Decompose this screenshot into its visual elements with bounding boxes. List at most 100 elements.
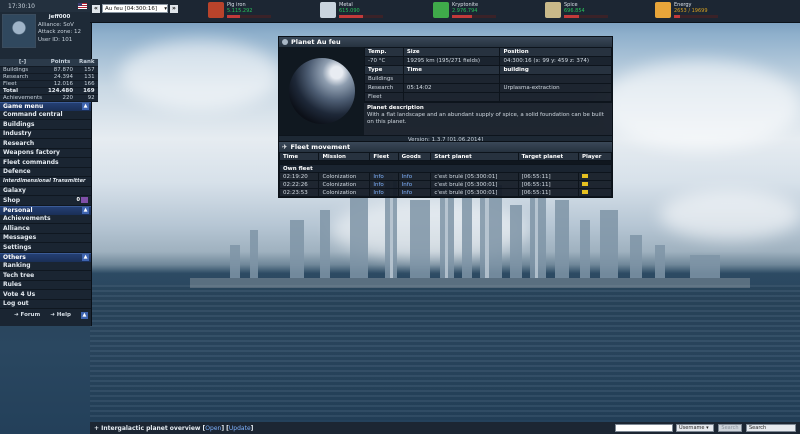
menu-item-label: Messages [3, 234, 37, 242]
menu-item-label: Weapons factory [3, 149, 60, 157]
stats-header-points: Points [44, 59, 77, 67]
profile: jeff000 Alliance: SoV Attack zone: 12 Us… [0, 12, 91, 59]
fleet-info-link[interactable]: Info [369, 180, 399, 189]
planet-globe [288, 58, 355, 124]
kryptonite-icon [433, 2, 449, 18]
goods-info-link[interactable]: Info [397, 180, 432, 189]
collapse-toggle[interactable]: [-] [0, 59, 45, 67]
planet-icon [282, 39, 288, 45]
message-icon[interactable] [581, 181, 588, 186]
profile-info: jeff000 Alliance: SoV Attack zone: 12 Us… [38, 12, 81, 59]
planet-select[interactable]: Au feu [04:300:16] ▾ [102, 4, 168, 13]
collapse-arrow-icon[interactable]: ▲ [82, 207, 89, 214]
chevron-down-icon: ▾ [164, 6, 167, 12]
fleet-player [577, 172, 613, 181]
scroll-top-icon[interactable]: ▲ [80, 311, 88, 319]
resource-energy[interactable]: Energy 2653 / 19699 [655, 2, 718, 21]
goods-info-link[interactable]: Info [397, 172, 432, 181]
resource-spice[interactable]: Spice 696.854 [545, 2, 608, 21]
menu-header-game[interactable]: Game menu ▲ [0, 101, 91, 111]
fleet-time: 02:23:53 [278, 188, 320, 197]
stat-label: Total [0, 87, 45, 95]
resource-capacity-bar [227, 15, 271, 18]
message-icon[interactable] [581, 189, 588, 194]
resource-value: 615.090 [339, 8, 360, 14]
clock-row: 17:30:10 [0, 0, 91, 12]
planet-panel: Planet Au feu Temp. Size Position -70 °C 19… [278, 36, 613, 145]
fleet-rows: 02:19:20 Colonization Info Info c'est br… [278, 172, 613, 197]
attack-zone: Attack zone: 12 [38, 29, 82, 35]
menu-item-achievements[interactable]: Achievements [0, 214, 91, 224]
menu-item-weapons-factory[interactable]: Weapons factory [0, 148, 91, 158]
col-goods: Goods [397, 152, 432, 161]
collapse-arrow-icon[interactable]: ▲ [82, 103, 89, 110]
search-input[interactable] [615, 424, 673, 432]
menu-item-ranking[interactable]: Ranking [0, 261, 91, 271]
menu-item-research[interactable]: Research [0, 139, 91, 149]
menu-item-messages[interactable]: Messages [0, 233, 91, 243]
header-position: Position [499, 47, 612, 57]
menu-item-alliance[interactable]: Alliance [0, 224, 91, 234]
fleet-info-link[interactable]: Info [369, 172, 399, 181]
menu-item-command-central[interactable]: Command central [0, 110, 91, 120]
fleet-time: 02:19:20 [278, 172, 320, 181]
resource-metal[interactable]: Metal 615.090 [320, 2, 383, 21]
stat-rank: 169 [76, 87, 98, 95]
stat-rank: 131 [76, 73, 98, 81]
ocean [90, 285, 800, 420]
prev-planet-button[interactable]: « [92, 4, 100, 13]
menu-item-defence[interactable]: Defence [0, 167, 91, 177]
resource-kryptonite[interactable]: Kryptonite 2.976.794 [433, 2, 496, 21]
metal-icon [320, 2, 336, 18]
forum-link[interactable]: ➜ Forum [14, 312, 40, 318]
menu-item-rules[interactable]: Rules [0, 280, 91, 290]
message-icon[interactable] [581, 173, 588, 178]
menu-item-logout[interactable]: Log out [0, 299, 91, 309]
menu-header-personal[interactable]: Personal ▲ [0, 205, 91, 215]
fleet-info-link[interactable]: Info [369, 188, 399, 197]
next-planet-button[interactable]: » [170, 4, 178, 13]
secondary-select[interactable]: Search [746, 424, 796, 432]
menu-item-label: Interdimensional Transmitter [3, 178, 86, 185]
expand-icon[interactable]: + [94, 425, 101, 432]
open-link[interactable]: Open [205, 425, 221, 432]
resource-pig-iron[interactable]: Pig iron 5.115.292 [208, 2, 271, 21]
us-flag-icon[interactable] [78, 3, 87, 9]
menu-item-tech-tree[interactable]: Tech tree [0, 271, 91, 281]
bottom-bar: + Intergalactic planet overview [Open] [… [90, 422, 800, 434]
avatar[interactable] [2, 14, 36, 48]
resource-capacity-fill [339, 15, 364, 18]
secondary-select-value: Search [749, 425, 767, 431]
header-building: building [499, 65, 612, 75]
menu-item-shop[interactable]: Shop 0 [0, 196, 91, 206]
menu-item-vote[interactable]: Vote 4 Us [0, 290, 91, 300]
queue-row: Fleet [364, 92, 612, 102]
search-type-select[interactable]: Username ▾ [676, 424, 714, 432]
menu-item-fleet-commands[interactable]: Fleet commands [0, 158, 91, 168]
fleet-time: 02:22:26 [278, 180, 320, 189]
col-target: Target planet [517, 152, 579, 161]
update-link[interactable]: Update [229, 425, 251, 432]
menu-item-industry[interactable]: Industry [0, 129, 91, 139]
planet-panel-header: Planet Au feu [279, 37, 612, 47]
alliance: Alliance: SoV [38, 21, 74, 28]
col-fleet: Fleet [369, 152, 399, 161]
menu-header-others[interactable]: Others ▲ [0, 252, 91, 262]
collapse-arrow-icon[interactable]: ▲ [82, 254, 89, 261]
search-type-value: Username [679, 425, 705, 431]
stats-row: Fleet 12.016 166 [0, 80, 98, 88]
goods-info-link[interactable]: Info [397, 188, 432, 197]
help-link[interactable]: ➜ Help [50, 312, 71, 318]
menu-item-settings[interactable]: Settings [0, 243, 91, 253]
menu-item-buildings[interactable]: Buildings [0, 120, 91, 130]
planet-image[interactable] [279, 47, 364, 135]
menu-item-galaxy[interactable]: Galaxy [0, 186, 91, 196]
stats-row: Buildings 87.870 157 [0, 66, 98, 74]
resource-text: Metal 615.090 [339, 2, 383, 21]
search-button[interactable]: Search [718, 424, 742, 432]
resource-value: 2653 / 19699 [674, 8, 708, 14]
cloud [600, 60, 800, 150]
description-title: Planet description [367, 105, 424, 111]
username: jeff000 [48, 14, 71, 20]
menu-item-transmitter[interactable]: Interdimensional Transmitter [0, 177, 91, 187]
